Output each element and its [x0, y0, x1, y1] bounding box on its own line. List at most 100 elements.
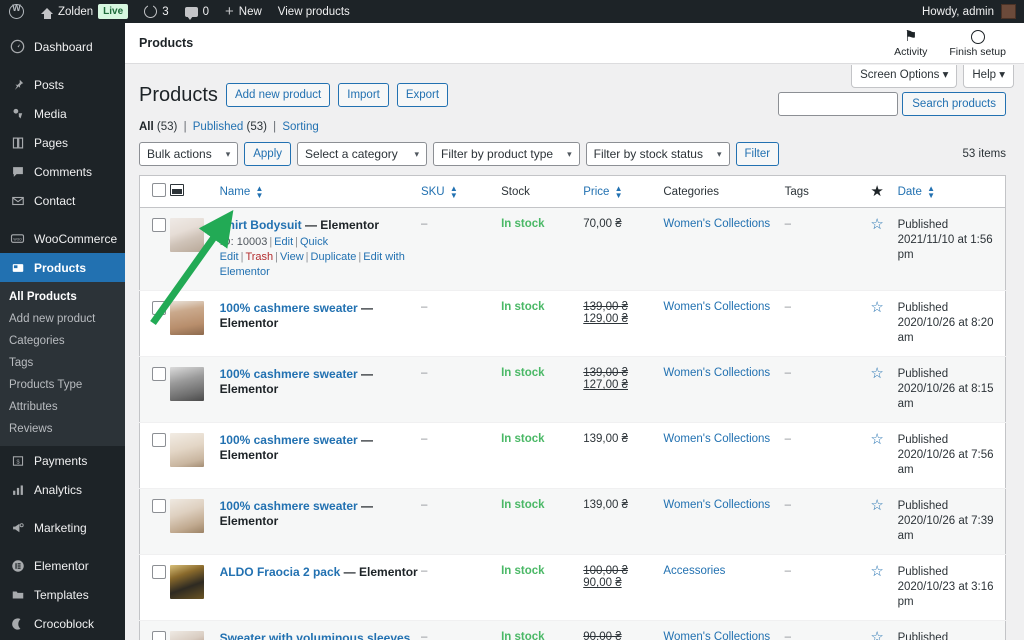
- column-date[interactable]: Date ▲ ▼: [897, 175, 1006, 208]
- comments-button[interactable]: 0: [177, 0, 217, 23]
- row-checkbox[interactable]: [152, 631, 166, 640]
- table-row[interactable]: 100% cashmere sweater — Elementor – In sto…: [139, 488, 1006, 555]
- submenu-item-products-type[interactable]: Products Type: [0, 374, 125, 396]
- stock-status-filter-select[interactable]: Filter by stock status ▾: [585, 142, 730, 166]
- product-name-link[interactable]: Sweater with voluminous sleeves: [220, 631, 411, 640]
- export-button[interactable]: Export: [396, 83, 449, 107]
- view-products-link[interactable]: View products: [270, 0, 358, 23]
- product-name-link[interactable]: Shirt Bodysuit: [220, 218, 302, 232]
- row-action-trash[interactable]: Trash: [245, 251, 273, 263]
- activity-button[interactable]: ⚑ Activity: [894, 29, 927, 58]
- help-tab[interactable]: Help ▾: [963, 65, 1014, 88]
- sidebar-item-woocommerce[interactable]: woo WooCommerce: [0, 224, 125, 253]
- sidebar-item-media[interactable]: Media: [0, 99, 125, 128]
- product-name-link[interactable]: 100% cashmere sweater: [220, 301, 358, 315]
- featured-star-icon[interactable]: ☆: [857, 366, 898, 381]
- sort-icon[interactable]: ▲ ▼: [615, 184, 623, 199]
- sidebar-item-products[interactable]: Products: [0, 253, 125, 282]
- product-thumbnail[interactable]: [170, 433, 205, 467]
- product-thumbnail[interactable]: [170, 565, 205, 599]
- row-checkbox[interactable]: [152, 301, 166, 315]
- bulk-actions-select[interactable]: Bulk actions ▾: [139, 142, 239, 166]
- category-select[interactable]: Select a category ▾: [297, 142, 428, 166]
- product-thumbnail[interactable]: [170, 631, 205, 640]
- add-new-product-button[interactable]: Add new product: [225, 83, 331, 107]
- featured-star-icon[interactable]: ☆: [857, 300, 898, 315]
- row-checkbox[interactable]: [152, 433, 166, 447]
- column-sku-label[interactable]: SKU: [421, 186, 445, 198]
- sidebar-item-marketing[interactable]: Marketing: [0, 513, 125, 542]
- sort-icon[interactable]: ▲ ▼: [256, 184, 264, 199]
- category-link[interactable]: Women's Collections: [663, 367, 770, 379]
- view-published-link[interactable]: Published: [193, 121, 244, 133]
- featured-star-icon[interactable]: ☆: [857, 630, 898, 640]
- table-row[interactable]: 100% cashmere sweater — Elementor – In sto…: [139, 423, 1006, 489]
- category-link[interactable]: Women's Collections: [663, 631, 770, 640]
- row-checkbox[interactable]: [152, 367, 166, 381]
- submenu-item-reviews[interactable]: Reviews: [0, 418, 125, 440]
- row-checkbox[interactable]: [152, 218, 166, 232]
- product-thumbnail[interactable]: [170, 499, 205, 533]
- wordpress-logo-button[interactable]: [0, 0, 33, 23]
- sidebar-item-posts[interactable]: Posts: [0, 70, 125, 99]
- table-row[interactable]: Sweater with voluminous sleeves — Elemen…: [139, 620, 1006, 640]
- row-action-view[interactable]: View: [280, 251, 304, 263]
- sidebar-item-dashboard[interactable]: Dashboard: [0, 32, 125, 61]
- select-all-checkbox[interactable]: [152, 183, 166, 197]
- row-action-duplicate[interactable]: Duplicate: [311, 251, 357, 263]
- submenu-item-add-new-product[interactable]: Add new product: [0, 308, 125, 330]
- product-name-link[interactable]: 100% cashmere sweater: [220, 499, 358, 513]
- account-area[interactable]: Howdy, admin: [922, 4, 1024, 19]
- column-name-label[interactable]: Name: [220, 186, 251, 198]
- new-content-button[interactable]: + New: [217, 0, 270, 23]
- sidebar-item-comments[interactable]: Comments: [0, 157, 125, 186]
- site-name-menu[interactable]: Zolden Live: [33, 0, 136, 23]
- table-row[interactable]: ALDO Fraocia 2 pack — Elementor – In stock…: [139, 555, 1006, 621]
- row-checkbox[interactable]: [152, 565, 166, 579]
- featured-star-icon[interactable]: ☆: [857, 564, 898, 579]
- column-name[interactable]: Name ▲ ▼: [219, 175, 421, 208]
- product-type-filter-select[interactable]: Filter by product type ▾: [433, 142, 580, 166]
- submenu-item-tags[interactable]: Tags: [0, 352, 125, 374]
- sidebar-item-analytics[interactable]: Analytics: [0, 475, 125, 504]
- featured-star-icon[interactable]: ☆: [857, 498, 898, 513]
- submenu-item-categories[interactable]: Categories: [0, 330, 125, 352]
- table-row[interactable]: 100% cashmere sweater — Elementor – In sto…: [139, 291, 1006, 357]
- sidebar-item-elementor[interactable]: Elementor: [0, 551, 125, 580]
- column-price[interactable]: Price ▲ ▼: [583, 175, 664, 208]
- sort-icon[interactable]: ▲ ▼: [927, 184, 935, 199]
- sidebar-item-templates[interactable]: Templates: [0, 580, 125, 609]
- sidebar-item-crocoblock[interactable]: Crocoblock: [0, 609, 125, 638]
- sidebar-item-payments[interactable]: $ Payments: [0, 446, 125, 475]
- category-link[interactable]: Women's Collections: [663, 301, 770, 313]
- featured-star-icon[interactable]: ☆: [857, 217, 898, 232]
- column-date-label[interactable]: Date: [898, 186, 922, 198]
- table-row[interactable]: 100% cashmere sweater — Elementor – In sto…: [139, 356, 1006, 423]
- product-name-link[interactable]: ALDO Fraocia 2 pack: [220, 565, 341, 579]
- column-sku[interactable]: SKU ▲ ▼: [420, 175, 502, 208]
- sidebar-item-contact[interactable]: Contact: [0, 186, 125, 215]
- sort-icon[interactable]: ▲ ▼: [450, 184, 458, 199]
- finish-setup-button[interactable]: Finish setup: [949, 29, 1006, 58]
- import-button[interactable]: Import: [338, 83, 389, 107]
- filter-button[interactable]: Filter: [735, 142, 780, 166]
- submenu-item-all-products[interactable]: All Products: [0, 286, 125, 308]
- row-action-edit[interactable]: Edit: [274, 236, 293, 248]
- category-link[interactable]: Women's Collections: [663, 218, 770, 230]
- product-name-link[interactable]: 100% cashmere sweater: [220, 367, 358, 381]
- search-input[interactable]: [778, 92, 899, 116]
- category-link[interactable]: Accessories: [663, 565, 725, 577]
- view-all-link[interactable]: All: [139, 121, 154, 133]
- view-sorting-link[interactable]: Sorting: [282, 121, 318, 133]
- product-thumbnail[interactable]: [170, 218, 205, 252]
- table-row[interactable]: Shirt Bodysuit — Elementor ID: 10003 | Edit…: [139, 207, 1006, 291]
- featured-star-icon[interactable]: ☆: [857, 432, 898, 447]
- updates-button[interactable]: 3: [136, 0, 176, 23]
- category-link[interactable]: Women's Collections: [663, 499, 770, 511]
- apply-button[interactable]: Apply: [244, 142, 292, 166]
- screen-options-tab[interactable]: Screen Options ▾: [851, 65, 958, 88]
- product-name-link[interactable]: 100% cashmere sweater: [220, 433, 358, 447]
- search-products-button[interactable]: Search products: [902, 92, 1006, 116]
- sidebar-item-pages[interactable]: Pages: [0, 128, 125, 157]
- category-link[interactable]: Women's Collections: [663, 433, 770, 445]
